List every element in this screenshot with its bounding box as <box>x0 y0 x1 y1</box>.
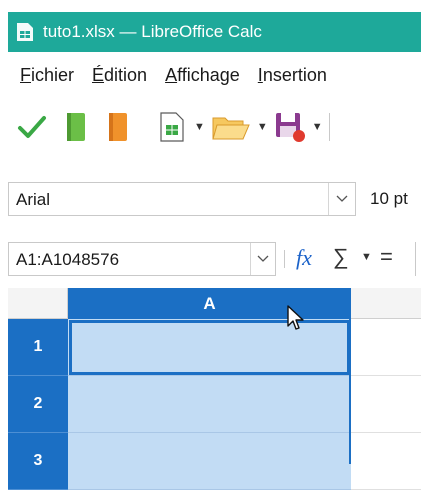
name-box-value: A1:A1048576 <box>16 250 120 269</box>
menu-fichier[interactable]: Fichier <box>20 65 74 86</box>
select-all-corner[interactable] <box>8 288 68 319</box>
row-header-2[interactable]: 2 <box>8 376 68 433</box>
column-header-a[interactable]: A <box>68 288 351 319</box>
chevron-down-icon[interactable] <box>250 243 275 275</box>
save-dropdown-icon[interactable]: ▼ <box>312 121 323 133</box>
cell-a3[interactable] <box>68 433 351 490</box>
menu-affichage[interactable]: Affichage <box>165 65 240 86</box>
function-wizard-icon[interactable]: fx <box>296 245 312 271</box>
open-folder-icon[interactable] <box>209 107 253 147</box>
font-size-combobox[interactable]: 10 pt <box>366 182 421 216</box>
font-name-value: Arial <box>16 190 51 209</box>
cell-b2[interactable] <box>351 376 421 433</box>
formula-input[interactable] <box>415 242 421 276</box>
name-box[interactable]: A1:A1048576 <box>8 242 276 276</box>
row-header-1[interactable]: 1 <box>8 319 68 376</box>
standard-toolbar: ▼ ▼ ▼ <box>8 104 421 150</box>
calc-document-icon <box>16 22 34 42</box>
sum-dropdown-icon[interactable]: ▼ <box>361 251 372 263</box>
window-title: tuto1.xlsx — LibreOffice Calc <box>43 22 262 41</box>
orange-book-icon[interactable] <box>100 107 136 147</box>
column-header-b[interactable] <box>351 288 421 319</box>
menu-insertion[interactable]: Insertion <box>258 65 327 86</box>
menu-edition[interactable]: Édition <box>92 65 147 86</box>
green-book-icon[interactable] <box>58 107 94 147</box>
chevron-down-icon[interactable] <box>328 183 355 215</box>
check-icon[interactable] <box>12 107 52 147</box>
new-dropdown-icon[interactable]: ▼ <box>194 121 205 133</box>
menu-bar: Fichier Édition Affichage Insertion <box>8 57 421 93</box>
new-spreadsheet-icon[interactable] <box>154 107 190 147</box>
save-icon[interactable] <box>272 107 308 147</box>
open-dropdown-icon[interactable]: ▼ <box>257 121 268 133</box>
spreadsheet-grid: A 1 2 3 <box>8 288 421 490</box>
sum-icon[interactable]: ∑ <box>333 244 349 270</box>
row-header-3[interactable]: 3 <box>8 433 68 490</box>
cell-a2[interactable] <box>68 376 351 433</box>
font-name-combobox[interactable]: Arial <box>8 182 356 216</box>
title-bar: tuto1.xlsx — LibreOffice Calc <box>8 12 421 52</box>
formula-bar: A1:A1048576 fx ∑ ▼ = <box>8 236 421 282</box>
toolbar-separator <box>328 113 330 141</box>
formula-separator <box>284 250 285 268</box>
cell-b1[interactable] <box>351 319 421 376</box>
cell-b3[interactable] <box>351 433 421 490</box>
window-frame <box>0 0 8 464</box>
mouse-pointer-icon <box>286 304 306 337</box>
formula-icon[interactable]: = <box>380 244 393 270</box>
active-cell-outline <box>69 320 350 375</box>
formatting-toolbar: Arial 10 pt <box>8 178 421 220</box>
font-size-value: 10 pt <box>370 189 408 208</box>
